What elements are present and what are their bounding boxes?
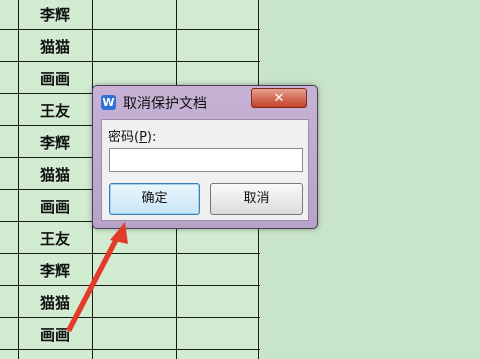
table-cell[interactable]: 猫猫 [22,292,88,313]
password-label-text: 密码( [108,130,140,145]
wps-logo-icon: W [101,95,116,110]
close-button[interactable]: ✕ [251,88,307,108]
ok-button[interactable]: 确定 [109,183,200,215]
row-divider [0,317,260,318]
table-cell[interactable]: 王友 [22,228,88,249]
column-divider [18,0,19,359]
dialog-title: 取消保护文档 [123,96,207,112]
row-divider [0,61,260,62]
password-label-end: ): [146,130,157,145]
table-cell[interactable]: 猫猫 [22,36,88,57]
table-cell[interactable]: 画画 [22,196,88,217]
cancel-button[interactable]: 取消 [210,183,303,215]
table-cell[interactable]: 李辉 [22,260,88,281]
table-cell[interactable]: 王友 [22,100,88,121]
unprotect-document-dialog: W 取消保护文档 ✕ 密码(P): 确定 取消 [92,85,318,229]
table-cell[interactable]: 李辉 [22,4,88,25]
table-cell[interactable]: 画画 [22,324,88,345]
row-divider [0,285,260,286]
password-input[interactable] [109,148,303,172]
table-cell[interactable]: 猫猫 [22,164,88,185]
row-divider [0,29,260,30]
row-divider [0,253,260,254]
row-divider [0,349,260,350]
table-cell[interactable]: 画画 [22,68,88,89]
password-mnemonic: P [139,130,147,145]
table-cell[interactable]: 李辉 [22,132,88,153]
dialog-body: 密码(P): 确定 取消 [101,119,309,221]
dialog-titlebar[interactable]: W 取消保护文档 ✕ [93,86,317,118]
password-label: 密码(P): [108,126,156,145]
